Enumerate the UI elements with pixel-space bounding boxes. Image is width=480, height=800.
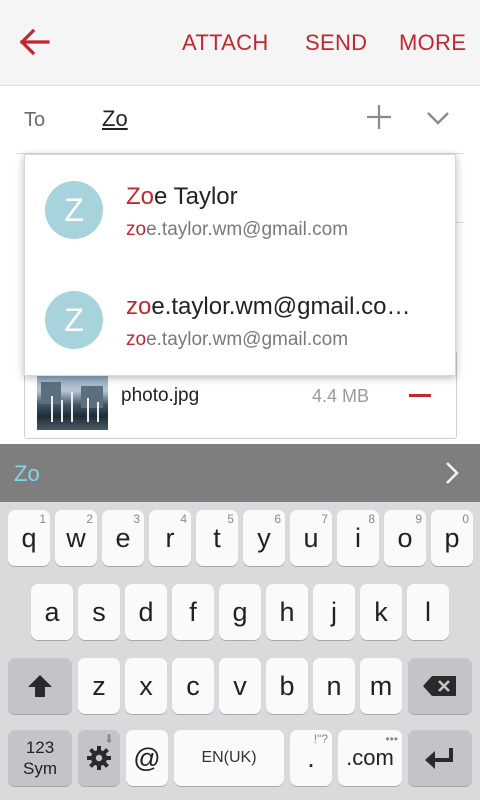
add-recipient-icon[interactable] [364, 102, 394, 132]
at-key[interactable]: @ [126, 730, 168, 786]
key-p[interactable]: 0p [431, 510, 473, 566]
remove-attachment-icon[interactable] [409, 394, 431, 397]
key-d[interactable]: d [125, 584, 167, 640]
keyboard-suggestion-bar: Zo [0, 444, 480, 502]
photo-thumbnail [37, 374, 108, 430]
key-x[interactable]: x [125, 658, 167, 714]
suggestion-item[interactable]: Z zoe.taylor.wm@gmail.co… zoe.taylor.wm@… [25, 265, 457, 375]
suggestion-email: zoe.taylor.wm@gmail.com [126, 329, 349, 350]
back-arrow-icon[interactable] [18, 24, 58, 60]
key-q[interactable]: 1q [8, 510, 50, 566]
avatar: Z [45, 181, 103, 239]
enter-key[interactable] [408, 730, 472, 786]
key-b[interactable]: b [266, 658, 308, 714]
attach-button[interactable]: ATTACH [182, 30, 269, 56]
key-w[interactable]: 2w [55, 510, 97, 566]
word-suggestion[interactable]: Zo [14, 461, 40, 487]
key-l[interactable]: l [407, 584, 449, 640]
shift-key[interactable] [8, 658, 72, 714]
suggestion-item[interactable]: Z Zoe Taylor zoe.taylor.wm@gmail.com [25, 155, 457, 265]
attachment-name: photo.jpg [121, 385, 200, 406]
top-app-bar: ATTACH SEND MORE [0, 0, 480, 86]
contact-suggestions-dropdown: Z Zoe Taylor zoe.taylor.wm@gmail.com Z z… [24, 154, 456, 376]
avatar: Z [45, 291, 103, 349]
dotcom-key[interactable]: ••• .com [338, 730, 402, 786]
to-label: To [24, 109, 46, 131]
key-j[interactable]: j [313, 584, 355, 640]
key-s[interactable]: s [78, 584, 120, 640]
key-i[interactable]: 8i [337, 510, 379, 566]
backspace-key[interactable] [408, 658, 472, 714]
suggestion-email: zoe.taylor.wm@gmail.com [126, 219, 349, 240]
key-z[interactable]: z [78, 658, 120, 714]
key-t[interactable]: 5t [196, 510, 238, 566]
recipient-input[interactable]: Zo [102, 106, 128, 132]
key-m[interactable]: m [360, 658, 402, 714]
key-v[interactable]: v [219, 658, 261, 714]
key-u[interactable]: 7u [290, 510, 332, 566]
chevron-right-icon[interactable] [442, 460, 462, 486]
period-key[interactable]: !"?. [290, 730, 332, 786]
key-o[interactable]: 9o [384, 510, 426, 566]
chevron-down-icon[interactable] [424, 104, 452, 132]
key-h[interactable]: h [266, 584, 308, 640]
attachment-size: 4.4 MB [312, 386, 370, 406]
key-g[interactable]: g [219, 584, 261, 640]
recipient-row: To Zo [0, 86, 480, 154]
key-n[interactable]: n [313, 658, 355, 714]
key-a[interactable]: a [31, 584, 73, 640]
more-button[interactable]: MORE [399, 30, 466, 56]
divider [456, 222, 464, 223]
settings-key[interactable]: ⬇ [78, 730, 120, 786]
key-c[interactable]: c [172, 658, 214, 714]
symbols-key[interactable]: 123 Sym [8, 730, 72, 786]
key-k[interactable]: k [360, 584, 402, 640]
suggestion-name: zoe.taylor.wm@gmail.co… [126, 293, 411, 320]
key-y[interactable]: 6y [243, 510, 285, 566]
key-e[interactable]: 3e [102, 510, 144, 566]
suggestion-name: Zoe Taylor [126, 183, 238, 210]
onscreen-keyboard: 1q2w3e4r5t6y7u8i9o0p asdfghjkl zxcvbnm 1… [0, 502, 480, 800]
space-key[interactable]: EN(UK) [174, 730, 284, 786]
key-f[interactable]: f [172, 584, 214, 640]
send-button[interactable]: SEND [305, 30, 367, 56]
key-r[interactable]: 4r [149, 510, 191, 566]
